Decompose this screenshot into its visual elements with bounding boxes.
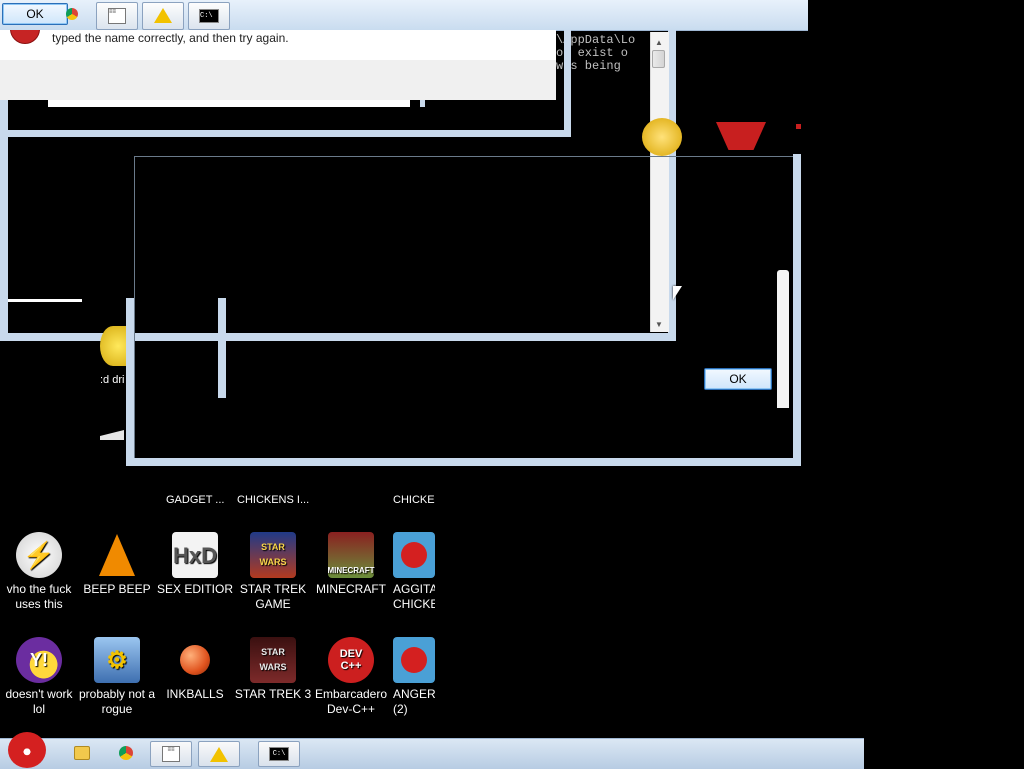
icon-label: INKBALLS: [166, 687, 224, 701]
taskbar-notepad[interactable]: ≡≡: [150, 741, 192, 767]
chrome-icon: [66, 8, 78, 20]
icon-label: BEEP BEEP: [83, 582, 151, 596]
angry-birds-icon: [393, 637, 435, 683]
desktop-icon-star-trek-3[interactable]: STAR WARS STAR TREK 3: [234, 637, 312, 702]
icon-label: Embarcadero Dev-C++: [314, 687, 388, 716]
desktop-icon-inkballs[interactable]: INKBALLS: [156, 637, 234, 702]
notepad-icon: ≡≡: [108, 8, 126, 24]
white-line: [8, 299, 82, 302]
hxd-editor-icon: HxD: [172, 532, 218, 578]
icon-label: vho the fuck uses this: [6, 582, 72, 611]
taskbar-top-warning[interactable]: [142, 2, 184, 30]
devcpp-icon: DEV C++: [328, 637, 374, 683]
frame-stub: [420, 100, 425, 107]
cmd-icon: C:\: [199, 9, 219, 23]
coin-icon[interactable]: [642, 118, 682, 156]
icon-label: ANGER (2): [393, 687, 435, 716]
desktop-icon-minecraft[interactable]: MINECRAFT MINECRAFT: [312, 532, 390, 597]
error-message: typed the name correctly, and then try a…: [52, 31, 289, 45]
window-frame-bottom-1: [0, 130, 570, 137]
yahoo-messenger-icon: Y!: [16, 637, 62, 683]
emblem-icon[interactable]: [716, 122, 766, 150]
input-strip: [48, 100, 410, 107]
angry-birds-start-icon[interactable]: [8, 732, 46, 768]
desktop-icon-devcpp[interactable]: DEV C++ Embarcadero Dev-C++: [312, 637, 390, 717]
notepad-icon: ≡≡: [162, 746, 180, 762]
chickens-label: CHICKENS I...: [237, 494, 310, 506]
scrollbar[interactable]: [650, 32, 669, 332]
taskbar-chrome[interactable]: [106, 741, 146, 765]
desktop-icon-winamp[interactable]: ⚡ vho the fuck uses this: [0, 532, 78, 612]
scroll-thumb[interactable]: [652, 50, 665, 68]
window2-frame-bottom: [126, 458, 801, 466]
gear-monitor-icon: ⚙: [94, 637, 140, 683]
desktop-icon-aggita[interactable]: AGGITA CHICKE: [393, 532, 435, 612]
minecraft-icon: MINECRAFT: [327, 532, 375, 578]
cd-drive-label: :d dri: [100, 374, 125, 386]
winamp-bolt-icon: ⚡: [16, 532, 62, 578]
window2-top-border: [134, 156, 794, 157]
window2-frame-right: [793, 154, 801, 466]
scroll-down-arrow[interactable]: ▼: [650, 316, 668, 332]
taskbar-cmd[interactable]: C:\: [258, 741, 300, 767]
chrome-icon: [119, 746, 133, 760]
gadget-label: GADGET ...: [166, 494, 225, 506]
icon-label: AGGITA CHICKE: [393, 582, 435, 611]
mouse-cursor: [673, 286, 682, 300]
window2-left-border: [134, 156, 135, 458]
chicke-label: CHICKE: [393, 494, 435, 506]
error-icon: [10, 30, 40, 44]
icon-label: SEX EDITIOR: [156, 582, 233, 596]
ok-button-top[interactable]: OK: [2, 3, 68, 25]
warning-icon: [154, 8, 172, 23]
window2-frame-left: [126, 298, 134, 466]
desktop-icon-vlc[interactable]: BEEP BEEP: [78, 532, 156, 597]
taskbar-top-notepad[interactable]: ≡≡: [96, 2, 138, 30]
star-wars-icon: STAR WARS: [250, 532, 296, 578]
scroll-up-arrow[interactable]: ▲: [650, 34, 668, 50]
warning-icon: [210, 746, 228, 762]
icon-label: STAR TREK 3: [234, 687, 312, 701]
window3-frame: [218, 298, 226, 398]
desktop-icon-star-trek-game[interactable]: STAR WARS STAR TREK GAME: [234, 532, 312, 612]
icon-label: probably not a rogue: [78, 687, 156, 716]
taskbar-warning[interactable]: [198, 741, 240, 767]
explorer-icon: [74, 746, 90, 760]
taskbar-top-cmd[interactable]: C:\: [188, 2, 230, 30]
icon-label: doesn't work lol: [5, 687, 73, 716]
desktop-icon-rogue[interactable]: ⚙ probably not a rogue: [78, 637, 156, 717]
red-dot-icon: [796, 124, 801, 129]
star-wars-icon: STAR WARS: [250, 637, 296, 683]
desktop-icon-yahoo[interactable]: Y! doesn't work lol: [0, 637, 78, 717]
cmd-icon: C:\: [269, 747, 289, 761]
icon-label: MINECRAFT: [316, 582, 386, 596]
usb-drive-icon[interactable]: [100, 430, 124, 440]
cd-drive-icon[interactable]: [100, 326, 126, 366]
desktop-icon-anger[interactable]: ANGER (2): [393, 637, 435, 717]
window-frame-right-1: [564, 30, 571, 137]
taskbar-explorer[interactable]: [62, 741, 102, 765]
desktop-icon-hxd[interactable]: HxD SEX EDITIOR: [156, 532, 234, 597]
side-panel: [777, 270, 789, 408]
angry-birds-icon: [393, 532, 435, 578]
vlc-cone-icon: [94, 532, 140, 578]
icon-label: STAR TREK GAME: [239, 582, 307, 611]
ok-button-dialog[interactable]: OK: [704, 368, 772, 390]
inkball-icon: [172, 637, 218, 683]
